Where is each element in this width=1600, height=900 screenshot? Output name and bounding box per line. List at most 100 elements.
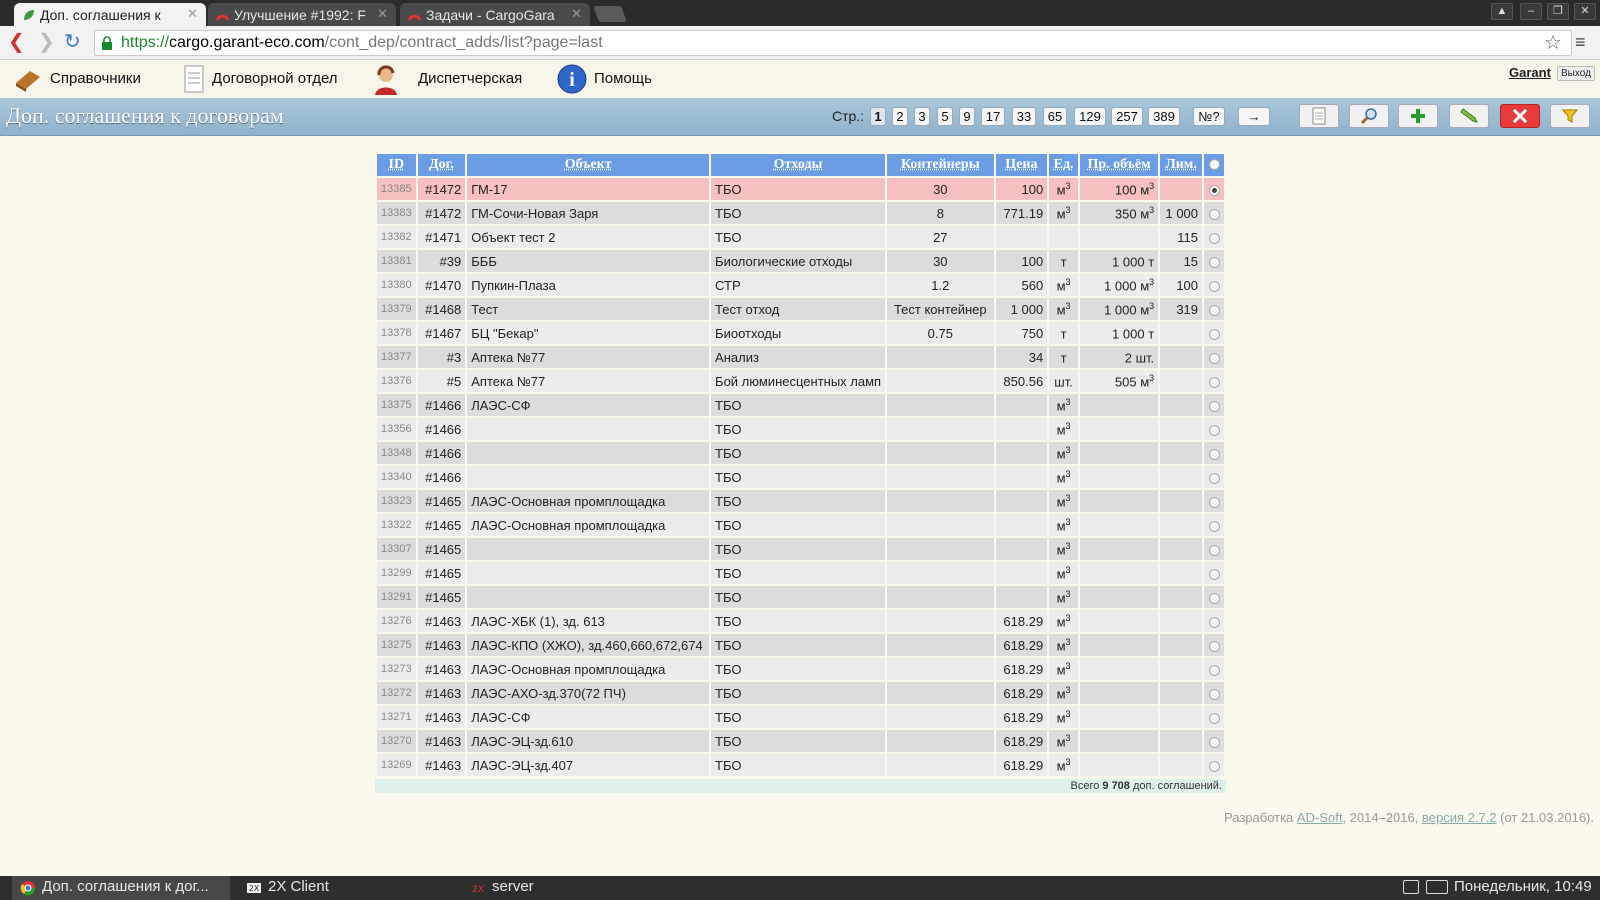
row-select-radio[interactable]	[1208, 688, 1220, 700]
close-icon[interactable]: ✕	[571, 6, 582, 22]
browser-menu-icon[interactable]: ≡	[1575, 32, 1586, 53]
row-select-radio[interactable]	[1208, 760, 1220, 772]
page-button[interactable]: 257	[1111, 107, 1143, 126]
user-icon[interactable]: ▲	[1491, 3, 1513, 20]
table-row[interactable]: 13271 #1463 ЛАЭС-СФ ТБО 618.29 м3	[377, 706, 1224, 728]
row-select-radio[interactable]	[1208, 280, 1220, 292]
row-select-radio[interactable]	[1208, 376, 1220, 388]
close-window-button[interactable]: ✕	[1574, 3, 1596, 20]
table-row[interactable]: 13323 #1465 ЛАЭС-Основная промплощадка ТБО м…	[377, 490, 1224, 512]
table-row[interactable]: 13291 #1465 ТБО м3	[377, 586, 1224, 608]
search-button[interactable]	[1349, 104, 1389, 128]
page-button[interactable]: 389	[1148, 107, 1180, 126]
page-button[interactable]: 9	[959, 107, 975, 126]
table-row[interactable]: 13385 #1472 ГМ-17 ТБО 30 100 м3 100 м3	[377, 178, 1224, 200]
row-select-radio[interactable]	[1208, 304, 1220, 316]
page-button[interactable]: 33	[1012, 107, 1036, 126]
page-button[interactable]: 65	[1043, 107, 1067, 126]
row-select-radio[interactable]	[1208, 592, 1220, 604]
table-row[interactable]: 13380 #1470 Пупкин-Плаза СТР 1.2 560 м3 1 000 м…	[377, 274, 1224, 296]
table-row[interactable]: 13275 #1463 ЛАЭС-КПО (ХЖО), зд.460,660,672…	[377, 634, 1224, 656]
close-icon[interactable]: ✕	[377, 6, 388, 22]
column-header-unit[interactable]: Ед.	[1049, 154, 1078, 176]
url-input[interactable]: https://cargo.garant-eco.com/cont_dep/co…	[94, 30, 1572, 56]
minimize-button[interactable]: –	[1520, 3, 1542, 20]
delete-button[interactable]	[1500, 104, 1540, 128]
row-select-radio[interactable]	[1208, 352, 1220, 364]
menu-item-references[interactable]: Справочники	[12, 60, 141, 98]
table-row[interactable]: 13272 #1463 ЛАЭС-АХО-зд.370(72 ПЧ) ТБО 618.2…	[377, 682, 1224, 704]
column-header-volume[interactable]: Пр. объём	[1079, 154, 1159, 176]
row-select-radio[interactable]	[1208, 568, 1220, 580]
taskbar-item-2x-client[interactable]: 2X 2X Client	[238, 876, 448, 900]
table-row[interactable]: 13383 #1472 ГМ-Сочи-Новая Заря ТБО 8 771.19 м3…	[377, 202, 1224, 224]
table-row[interactable]: 13307 #1465 ТБО м3	[377, 538, 1224, 560]
column-header-containers[interactable]: Контейнеры	[887, 154, 994, 176]
table-row[interactable]: 13348 #1466 ТБО м3	[377, 442, 1224, 464]
column-header-id[interactable]: ID	[377, 154, 416, 176]
row-select-radio[interactable]	[1208, 640, 1220, 652]
restore-button[interactable]: ❐	[1547, 3, 1569, 20]
table-row[interactable]: 13269 #1463 ЛАЭС-ЭЦ-зд.407 ТБО 618.29 м3	[377, 754, 1224, 776]
page-button[interactable]: 2	[892, 107, 908, 126]
taskbar-item-server[interactable]: 2X server	[462, 876, 662, 900]
page-button[interactable]: 129	[1074, 107, 1106, 126]
page-button[interactable]: 17	[981, 107, 1005, 126]
table-row[interactable]: 13376 #5 Аптека №77 Бой люминесцентных ламп…	[377, 370, 1224, 392]
page-button[interactable]: 3	[914, 107, 930, 126]
row-select-radio[interactable]	[1208, 400, 1220, 412]
row-select-radio[interactable]	[1208, 712, 1220, 724]
forward-icon[interactable]: ❯	[38, 32, 55, 52]
menu-item-contract-dept[interactable]: Договорной отдел	[178, 60, 338, 98]
row-select-radio[interactable]	[1208, 424, 1220, 436]
row-select-radio[interactable]	[1208, 184, 1220, 196]
new-tab-button[interactable]	[593, 6, 627, 22]
row-select-radio[interactable]	[1208, 328, 1220, 340]
column-header-price[interactable]: Цена	[995, 154, 1048, 176]
row-select-radio[interactable]	[1208, 232, 1220, 244]
row-select-radio[interactable]	[1208, 496, 1220, 508]
page-button[interactable]: 1	[870, 107, 886, 126]
keyboard-layout-icon[interactable]	[1403, 880, 1419, 894]
column-header-contract[interactable]: Дог.	[417, 154, 466, 176]
menu-item-help[interactable]: i Помощь	[556, 60, 652, 98]
clock[interactable]: Понедельник, 10:49	[1454, 878, 1592, 895]
table-row[interactable]: 13377 #3 Аптека №77 Анализ 34 т 2 шт.	[377, 346, 1224, 368]
version-link[interactable]: версия 2.7.2	[1422, 810, 1497, 825]
column-header-select[interactable]	[1204, 154, 1224, 176]
column-header-limit[interactable]: Лим.	[1160, 154, 1203, 176]
add-button[interactable]	[1398, 104, 1438, 128]
edit-button[interactable]	[1449, 104, 1489, 128]
table-row[interactable]: 13340 #1466 ТБО м3	[377, 466, 1224, 488]
user-link[interactable]: Garant	[1509, 65, 1551, 80]
logout-button[interactable]: Выход	[1557, 66, 1595, 81]
next-page-button[interactable]: →	[1238, 107, 1270, 126]
table-row[interactable]: 13381 #39 БББ Биологические отходы 30 100 т 1 0…	[377, 250, 1224, 272]
table-row[interactable]: 13382 #1471 Объект тест 2 ТБО 27 115	[377, 226, 1224, 248]
table-row[interactable]: 13273 #1463 ЛАЭС-Основная промплощадка ТБО 6…	[377, 658, 1224, 680]
column-header-waste[interactable]: Отходы	[711, 154, 886, 176]
company-link[interactable]: AD-Soft	[1297, 810, 1343, 825]
table-row[interactable]: 13375 #1466 ЛАЭС-СФ ТБО м3	[377, 394, 1224, 416]
row-select-radio[interactable]	[1208, 208, 1220, 220]
row-select-radio[interactable]	[1208, 544, 1220, 556]
reload-icon[interactable]: ↻	[64, 32, 81, 52]
menu-item-dispatch[interactable]: Диспетчерская	[370, 60, 522, 98]
page-button[interactable]: 5	[937, 107, 953, 126]
table-row[interactable]: 13299 #1465 ТБО м3	[377, 562, 1224, 584]
browser-tab-tasks[interactable]: Задачи - CargoGara ✕	[400, 3, 590, 26]
goto-page-button[interactable]: №?	[1193, 107, 1225, 126]
close-icon[interactable]: ✕	[187, 6, 198, 22]
report-button[interactable]	[1299, 104, 1339, 128]
back-icon[interactable]: ❮	[8, 32, 25, 52]
row-select-radio[interactable]	[1208, 664, 1220, 676]
column-header-object[interactable]: Объект	[467, 154, 710, 176]
table-row[interactable]: 13356 #1466 ТБО м3	[377, 418, 1224, 440]
row-select-radio[interactable]	[1208, 256, 1220, 268]
bookmark-star-icon[interactable]: ☆	[1544, 30, 1562, 55]
row-select-radio[interactable]	[1208, 472, 1220, 484]
row-select-radio[interactable]	[1208, 448, 1220, 460]
row-select-radio[interactable]	[1208, 616, 1220, 628]
filter-button[interactable]	[1550, 104, 1590, 128]
browser-tab-contract-adds[interactable]: Доп. соглашения к ✕	[14, 3, 206, 26]
